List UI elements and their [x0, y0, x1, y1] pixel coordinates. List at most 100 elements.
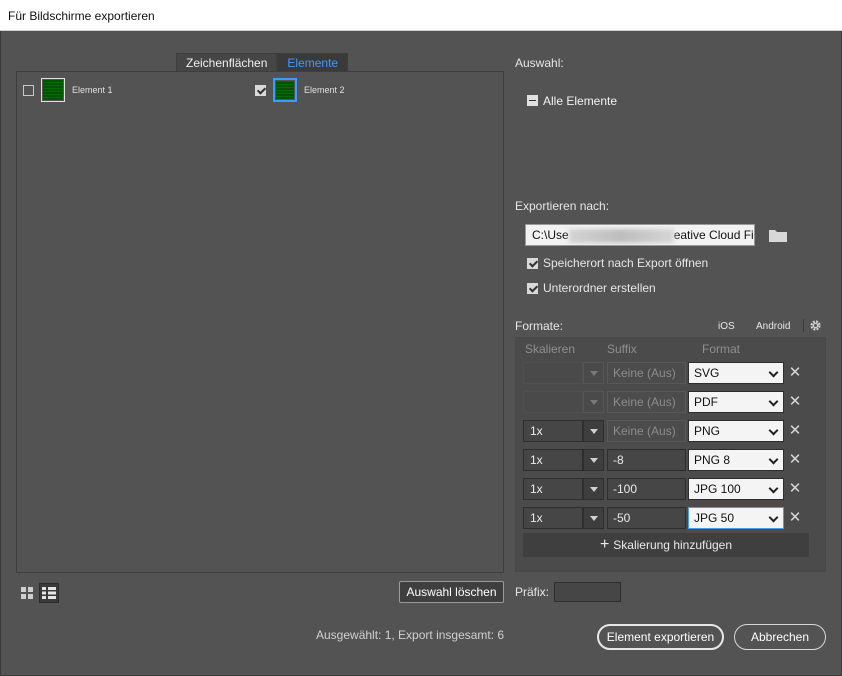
format-select-5[interactable]: JPG 100: [688, 478, 784, 500]
folder-button[interactable]: [769, 229, 787, 245]
format-select-2[interactable]: PDF: [688, 391, 784, 413]
suffix-input-5[interactable]: -100: [607, 478, 686, 500]
formats-title: Formate:: [515, 319, 564, 333]
create-subfolder-label: Unterordner erstellen: [543, 281, 656, 295]
export-path-field[interactable]: C:\Use eative Cloud File: [525, 224, 755, 246]
preset-divider: [803, 319, 804, 332]
asset-label-1: Element 1: [72, 85, 113, 95]
clear-selection-button[interactable]: Auswahl löschen: [399, 581, 504, 603]
remove-row-button-6[interactable]: ✕: [788, 508, 802, 528]
column-header-suffix: Suffix: [607, 342, 637, 356]
format-value-2: PDF: [694, 395, 718, 409]
remove-row-button-2[interactable]: ✕: [788, 392, 802, 412]
ios-preset-button[interactable]: iOS: [718, 321, 735, 332]
selection-title: Auswahl:: [515, 56, 564, 70]
scale-input-6[interactable]: 1x: [523, 507, 583, 529]
remove-row-button-4[interactable]: ✕: [788, 450, 802, 470]
tab-bar: Zeichenflächen Elemente: [176, 53, 349, 72]
remove-row-button-1[interactable]: ✕: [788, 363, 802, 383]
asset-checkbox-1[interactable]: [23, 84, 34, 96]
export-to-title: Exportieren nach:: [515, 199, 610, 213]
chevron-down-icon: [768, 425, 779, 436]
asset-panel: Element 1 Element 2: [16, 71, 504, 573]
grid-view-button[interactable]: [17, 583, 37, 603]
window-border-left: [0, 31, 1, 676]
chevron-down-icon: [768, 396, 779, 407]
folder-icon: [769, 230, 787, 242]
scale-dropdown-1: [583, 362, 604, 384]
column-header-scale: Skalieren: [525, 342, 576, 356]
all-elements-minus-checkbox[interactable]: [527, 95, 538, 106]
scale-dropdown-6[interactable]: [583, 507, 604, 529]
dropdown-arrow-icon: [589, 428, 598, 434]
format-select-4[interactable]: PNG 8: [688, 449, 784, 471]
export-status: Ausgewählt: 1, Export insgesamt: 6: [316, 628, 505, 642]
close-icon: ✕: [788, 364, 802, 381]
scale-dropdown-5[interactable]: [583, 478, 604, 500]
scale-input-3[interactable]: 1x: [523, 420, 583, 442]
open-after-export-label: Speicherort nach Export öffnen: [543, 256, 709, 270]
list-view-button[interactable]: [39, 583, 59, 603]
gear-icon: [810, 320, 821, 331]
close-icon: ✕: [788, 480, 802, 497]
suffix-input-2: Keine (Aus): [607, 391, 686, 413]
export-path-start: C:\Use: [532, 228, 569, 242]
dropdown-arrow-icon: [589, 399, 598, 405]
list-view-icon: [42, 587, 56, 599]
suffix-input-6[interactable]: -50: [607, 507, 686, 529]
redacted-path-segment: [568, 228, 674, 243]
asset-thumbnail-2[interactable]: [273, 78, 297, 102]
format-row-6: 1x -50 JPG 50 ✕: [523, 507, 808, 529]
scale-dropdown-4[interactable]: [583, 449, 604, 471]
plus-icon: +: [599, 536, 610, 553]
format-row-3: 1x Keine (Aus) PNG ✕: [523, 420, 808, 442]
format-select-1[interactable]: SVG: [688, 362, 784, 384]
format-value-6: JPG 50: [694, 511, 735, 525]
chevron-down-icon: [768, 512, 779, 523]
format-row-2: Keine (Aus) PDF ✕: [523, 391, 808, 413]
suffix-input-4[interactable]: -8: [607, 449, 686, 471]
asset-label-2: Element 2: [304, 85, 345, 95]
android-preset-button[interactable]: Android: [756, 321, 790, 332]
close-icon: ✕: [788, 451, 802, 468]
format-select-6[interactable]: JPG 50: [688, 507, 784, 529]
scale-input-2: [523, 391, 583, 413]
export-element-button[interactable]: Element exportieren: [597, 624, 724, 650]
create-subfolder-checkbox[interactable]: [527, 282, 538, 294]
dropdown-arrow-icon: [589, 370, 598, 376]
prefix-input[interactable]: [554, 582, 621, 602]
add-scale-label: Skalierung hinzufügen: [613, 538, 733, 552]
format-select-3[interactable]: PNG: [688, 420, 784, 442]
scale-dropdown-2: [583, 391, 604, 413]
format-row-4: 1x -8 PNG 8 ✕: [523, 449, 808, 471]
chevron-down-icon: [768, 367, 779, 378]
asset-thumbnail-1[interactable]: [41, 78, 65, 102]
title-bar: Für Bildschirme exportieren: [0, 0, 842, 31]
close-icon: ✕: [788, 393, 802, 410]
asset-item-1[interactable]: Element 1: [23, 78, 113, 102]
cancel-button[interactable]: Abbrechen: [734, 624, 826, 650]
format-value-5: JPG 100: [694, 482, 741, 496]
asset-item-2[interactable]: Element 2: [255, 78, 345, 102]
remove-row-button-5[interactable]: ✕: [788, 479, 802, 499]
open-after-export-row[interactable]: Speicherort nach Export öffnen: [527, 256, 708, 270]
format-value-1: SVG: [694, 366, 720, 380]
grid-view-icon: [21, 587, 33, 599]
all-elements-label[interactable]: Alle Elemente: [543, 94, 617, 108]
scale-input-4[interactable]: 1x: [523, 449, 583, 471]
tab-elemente[interactable]: Elemente: [277, 53, 349, 72]
remove-row-button-3[interactable]: ✕: [788, 421, 802, 441]
scale-dropdown-3[interactable]: [583, 420, 604, 442]
dropdown-arrow-icon: [589, 486, 598, 492]
column-header-format: Format: [702, 342, 741, 356]
add-scale-button[interactable]: + Skalierung hinzufügen: [523, 533, 809, 557]
format-settings-button[interactable]: [809, 319, 822, 335]
scale-input-5[interactable]: 1x: [523, 478, 583, 500]
chevron-down-icon: [768, 483, 779, 494]
tab-zeichenflaechen[interactable]: Zeichenflächen: [176, 53, 278, 72]
asset-checkbox-2[interactable]: [255, 84, 266, 96]
open-after-export-checkbox[interactable]: [527, 257, 538, 269]
close-icon: ✕: [788, 422, 802, 439]
create-subfolder-row[interactable]: Unterordner erstellen: [527, 281, 656, 295]
export-path-end: eative Cloud File: [673, 228, 755, 242]
